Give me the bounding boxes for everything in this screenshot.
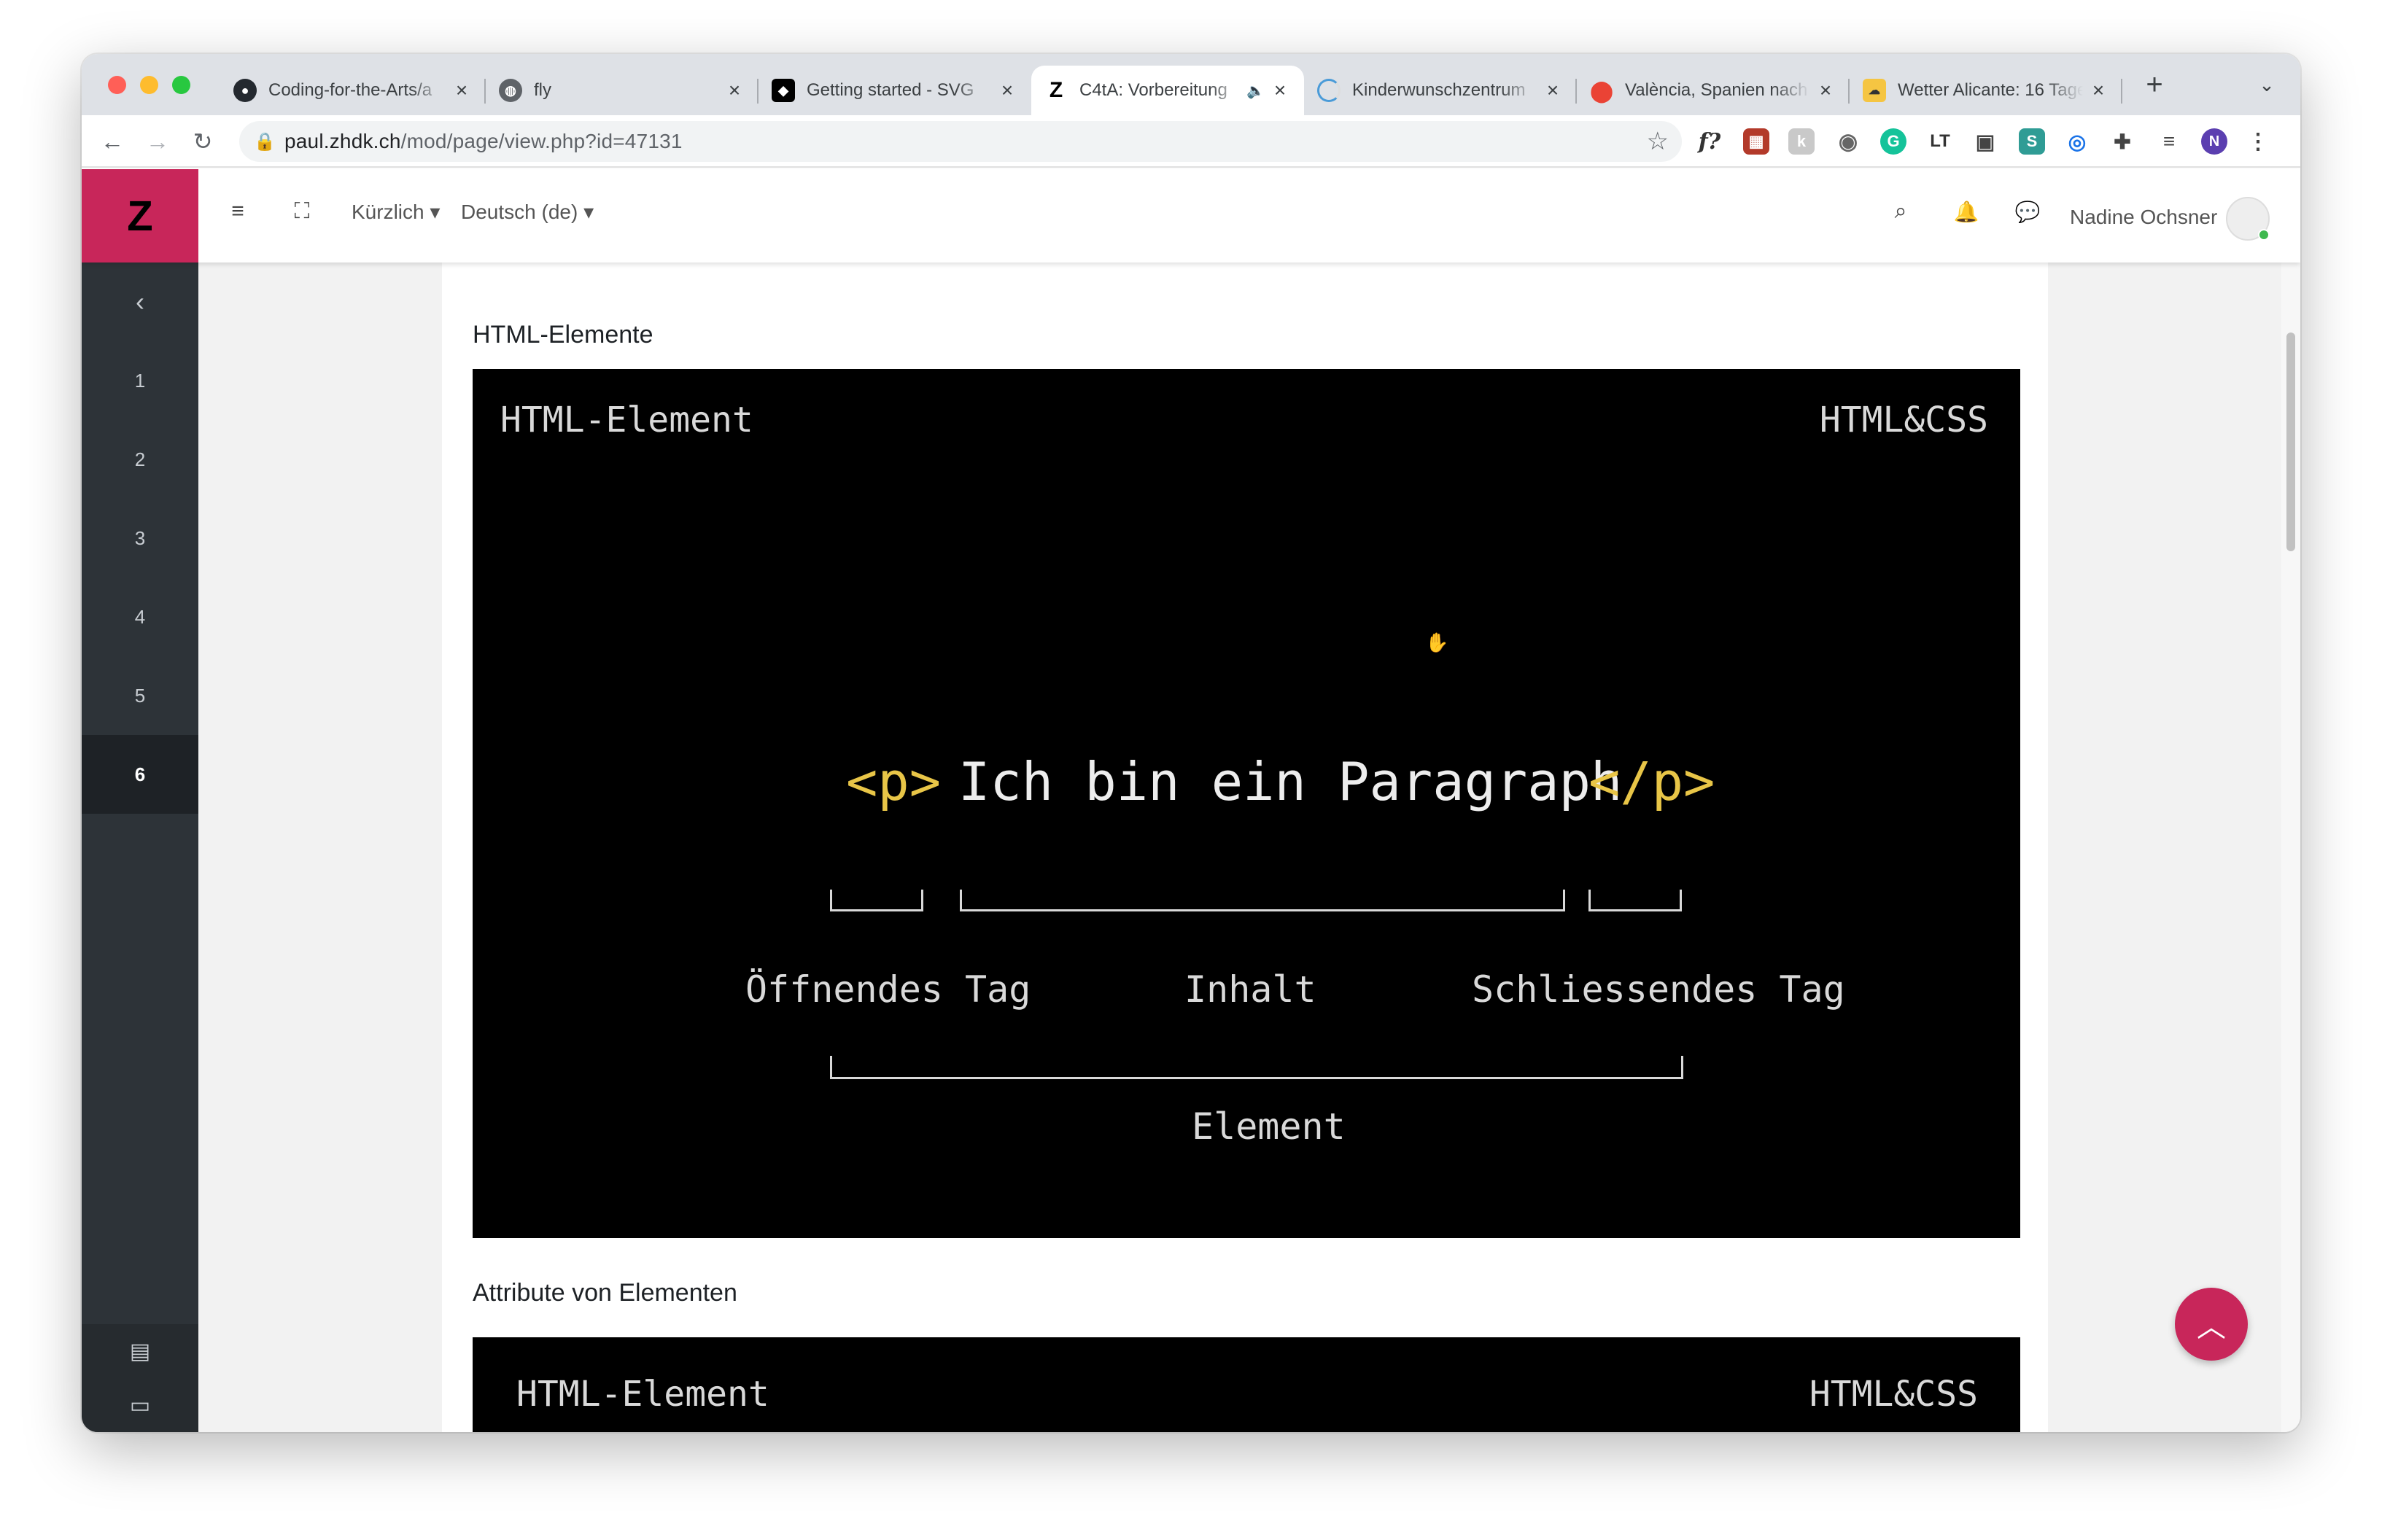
browser-toolbar: ← → ↻ 🔒 paul.zhdk.ch/mod/page/view.php?i… (82, 115, 2300, 168)
formula-extension-icon[interactable]: f? (1696, 128, 1723, 155)
grammarly-icon[interactable]: G (1880, 128, 1906, 155)
reload-icon[interactable]: ↻ (184, 122, 222, 160)
loading-icon (1317, 79, 1341, 102)
extension-icon[interactable]: ▣ (1972, 128, 1998, 155)
label-content: Inhalt (1184, 968, 1316, 1011)
extension-icon[interactable]: ◎ (2064, 128, 2090, 155)
browser-menu-icon[interactable]: ⋮ (2245, 128, 2271, 155)
browser-tab[interactable]: ⬤ València, Spanien nach × (1577, 66, 1850, 115)
document-icon[interactable]: ▤ (82, 1324, 198, 1378)
label-element: Element (1192, 1105, 1346, 1148)
user-name[interactable]: Nadine Ochsner (2070, 206, 2217, 229)
profile-avatar[interactable]: N (2201, 128, 2227, 155)
audio-playing-icon[interactable]: 🔈 (1246, 82, 1265, 100)
fullscreen-icon[interactable]: ⛶ (287, 197, 317, 226)
collapse-sidebar-icon[interactable]: ‹ (82, 262, 198, 341)
slide-corner-right: HTML&CSS (1809, 1374, 1978, 1415)
close-tab-icon[interactable]: × (723, 79, 745, 102)
bookmark-star-icon[interactable]: ☆ (1647, 127, 1669, 156)
section-title-html-elements: HTML-Elemente (473, 321, 653, 349)
close-window-button[interactable] (108, 76, 126, 94)
back-to-top-button[interactable]: ︿ (2175, 1288, 2248, 1361)
address-bar[interactable]: 🔒 paul.zhdk.ch/mod/page/view.php?id=4713… (239, 121, 1682, 162)
attributes-slide: HTML-Element HTML&CSS (473, 1337, 2020, 1432)
url-text: paul.zhdk.ch/mod/page/view.php?id=47131 (284, 130, 683, 152)
site-navbar: Z ≡ ⛶ Kürzlich ▾ Deutsch (de) ▾ ⌕ 🔔 💬 Na… (82, 169, 2300, 262)
browser-tab[interactable]: ◍ fly × (486, 66, 759, 115)
camera-icon[interactable]: ◉ (1835, 128, 1861, 155)
sidebar-item-6[interactable]: 6 (82, 735, 198, 814)
open-tag: <p> (846, 751, 942, 812)
sidebar-item-5[interactable]: 5 (82, 656, 198, 735)
tab-strip: ● Coding-for-the-Arts/a × ◍ fly × ◆ Gett… (82, 54, 2300, 115)
archive-icon[interactable]: ▭ (82, 1378, 198, 1432)
course-index-sidebar: ‹ 1 2 3 4 5 6 ▤ ▭ (82, 262, 198, 1432)
paragraph-content: Ich bin ein Paragraph (958, 751, 1623, 812)
browser-tab[interactable]: ☁ Wetter Alicante: 16 Tage × (1850, 66, 2122, 115)
close-tag-bracket (1588, 890, 1682, 911)
lock-icon: 🔒 (254, 131, 276, 152)
weather-icon: ☁ (1863, 79, 1886, 102)
sidebar-item-3[interactable]: 3 (82, 499, 198, 578)
media-queue-icon[interactable]: ≡ (2156, 128, 2182, 155)
messages-icon[interactable]: 💬 (2013, 197, 2042, 226)
online-status-dot (2258, 229, 2270, 241)
slide-corner-left: HTML-Element (500, 400, 753, 440)
sidebar-item-4[interactable]: 4 (82, 578, 198, 656)
puzzle-icon[interactable]: ✚ (2109, 128, 2135, 155)
extension-icon[interactable]: k (1788, 128, 1815, 155)
sidebar-item-1[interactable]: 1 (82, 341, 198, 420)
sidebar-item-2[interactable]: 2 (82, 420, 198, 499)
close-tag: </p> (1588, 751, 1715, 812)
maps-icon: ⬤ (1590, 79, 1613, 102)
browser-tab-active[interactable]: Z C4tA: Vorbereitung 🔈 × (1031, 66, 1304, 115)
browser-window: ● Coding-for-the-Arts/a × ◍ fly × ◆ Gett… (82, 54, 2300, 1432)
close-tab-icon[interactable]: × (1815, 79, 1836, 102)
codepen-icon: ◆ (772, 79, 795, 102)
open-tag-bracket (830, 890, 923, 911)
close-tab-icon[interactable]: × (1269, 79, 1291, 102)
new-tab-icon[interactable]: + (2135, 66, 2173, 104)
globe-icon: ◍ (499, 79, 522, 102)
site-logo[interactable]: Z (82, 169, 198, 262)
language-dropdown[interactable]: Deutsch (de) ▾ (461, 200, 594, 224)
close-tab-icon[interactable]: × (2087, 79, 2109, 102)
scrollbar-thumb[interactable] (2286, 332, 2295, 551)
close-tab-icon[interactable]: × (451, 79, 473, 102)
back-icon[interactable]: ← (93, 122, 131, 160)
recent-dropdown[interactable]: Kürzlich ▾ (352, 200, 440, 224)
element-bracket (830, 1056, 1683, 1079)
slide-corner-right: HTML&CSS (1819, 400, 1988, 440)
browser-tab[interactable]: Kinderwunschzentrum × (1304, 66, 1577, 115)
notifications-bell-icon[interactable]: 🔔 (1952, 197, 1981, 226)
hand-cursor-icon: ✋ (1425, 631, 1449, 653)
extension-icon[interactable]: ▦ (1743, 128, 1769, 155)
zoom-window-button[interactable] (172, 76, 190, 94)
github-icon: ● (233, 79, 257, 102)
menu-icon[interactable]: ≡ (223, 197, 252, 226)
tab-search-icon[interactable]: ⌄ (2248, 66, 2286, 104)
languagetool-icon[interactable]: LT (1927, 128, 1953, 155)
browser-tab[interactable]: ◆ Getting started - SVG × (759, 66, 1031, 115)
search-icon[interactable]: ⌕ (1886, 197, 1915, 226)
section-title-attributes: Attribute von Elementen (473, 1279, 737, 1307)
close-tab-icon[interactable]: × (996, 79, 1018, 102)
label-open-tag: Öffnendes Tag (745, 968, 1031, 1011)
s-extension-icon[interactable]: S (2019, 128, 2045, 155)
minimize-window-button[interactable] (140, 76, 158, 94)
close-tab-icon[interactable]: × (1542, 79, 1564, 102)
page-scrollbar[interactable] (2281, 262, 2300, 1432)
slide-corner-left: HTML-Element (516, 1374, 769, 1415)
browser-tab[interactable]: ● Coding-for-the-Arts/a × (220, 66, 486, 115)
z-icon: Z (1049, 78, 1063, 102)
html-element-slide: HTML-Element HTML&CSS ✋ <p> Ich bin ein … (473, 369, 2020, 1238)
content-bracket (960, 890, 1565, 911)
user-avatar[interactable] (2226, 197, 2270, 241)
label-close-tag: Schliessendes Tag (1472, 968, 1845, 1011)
forward-icon[interactable]: → (139, 122, 176, 160)
